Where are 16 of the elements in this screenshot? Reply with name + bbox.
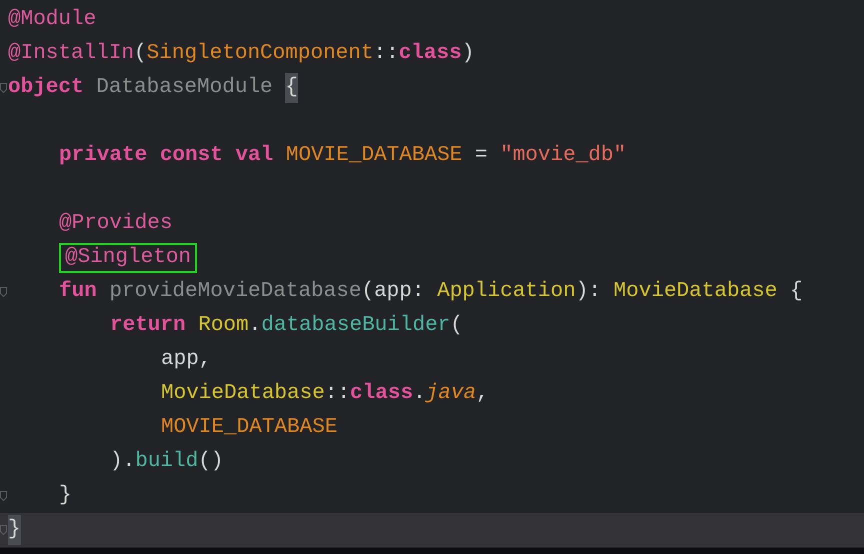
code-line: MovieDatabase::class.java, [161,381,489,407]
code-line: return Room.databaseBuilder( [110,313,463,339]
code-line: object DatabaseModule { [8,73,298,103]
code-line: ).build() [110,449,224,475]
fold-icon[interactable] [0,525,7,535]
fold-icon[interactable] [0,491,7,501]
code-line: private const val MOVIE_DATABASE = "movie_db" [59,143,626,169]
code-line: @Provides [59,211,172,237]
code-line: app, [161,347,212,373]
fold-icon[interactable] [0,83,7,93]
fold-icon[interactable] [0,287,7,297]
code-line: @Module [8,7,96,33]
code-line: } [59,483,72,509]
code-line: fun provideMovieDatabase(app: Application): MovieDatabase { [59,279,803,305]
code-line: MOVIE_DATABASE [161,415,338,441]
code-line: @InstallIn(SingletonComponent::class) [8,41,474,67]
